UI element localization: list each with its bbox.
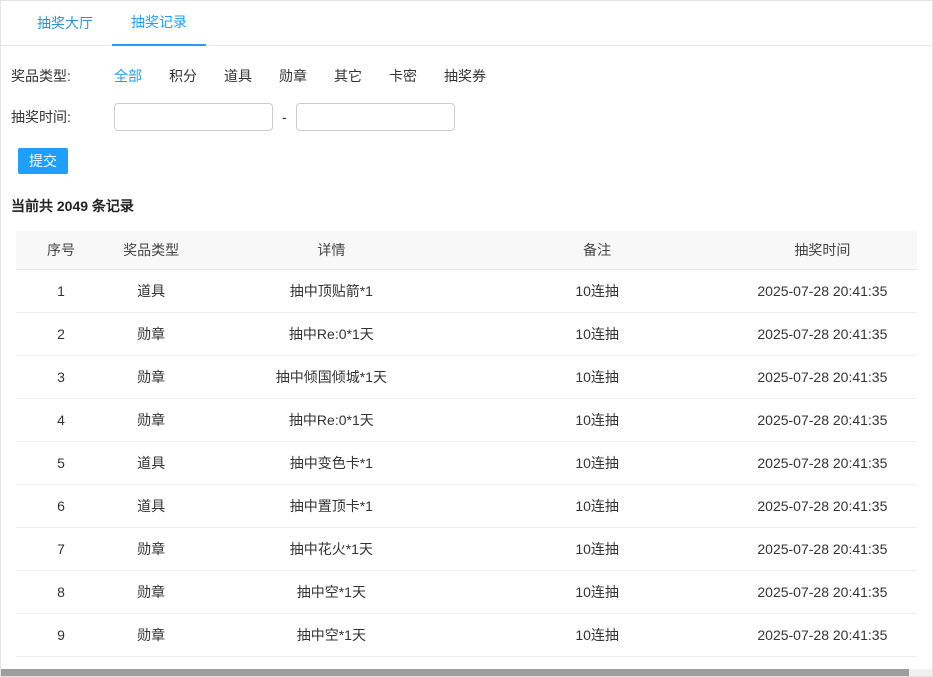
header-detail: 详情 <box>196 231 466 269</box>
table-cell: 2025-07-28 20:41:35 <box>728 269 917 312</box>
prize-type-options: 全部 积分 道具 勋章 其它 卡密 抽奖券 <box>114 66 513 86</box>
prize-type-option[interactable]: 卡密 <box>389 66 417 86</box>
table-cell: 勋章 <box>106 312 196 355</box>
table-cell: 10连抽 <box>466 441 727 484</box>
time-filter-row: 抽奖时间: - <box>11 103 922 131</box>
table-row: 1道具抽中顶贴箭*110连抽2025-07-28 20:41:35 <box>16 269 917 312</box>
prize-type-label: 奖品类型: <box>11 66 114 86</box>
table-cell: 10连抽 <box>466 527 727 570</box>
table-row: 8勋章抽中空*1天10连抽2025-07-28 20:41:35 <box>16 570 917 613</box>
table-cell: 2025-07-28 20:41:35 <box>728 398 917 441</box>
table-cell: 抽中置顶卡*1 <box>196 484 466 527</box>
table-cell: 2 <box>16 312 106 355</box>
table-cell: 7 <box>16 527 106 570</box>
table-cell: 道具 <box>106 441 196 484</box>
table-cell: 2025-07-28 20:41:35 <box>728 570 917 613</box>
table-row: 3勋章抽中倾国倾城*1天10连抽2025-07-28 20:41:35 <box>16 355 917 398</box>
table-cell: 2025-07-28 20:41:35 <box>728 441 917 484</box>
prize-type-option[interactable]: 勋章 <box>279 66 307 86</box>
table-cell: 10连抽 <box>466 355 727 398</box>
table-cell: 抽中花火*1天 <box>196 527 466 570</box>
header-time: 抽奖时间 <box>728 231 917 269</box>
table-cell: 抽中Re:0*1天 <box>196 398 466 441</box>
time-label: 抽奖时间: <box>11 107 114 127</box>
table-cell: 10连抽 <box>466 484 727 527</box>
table-row: 7勋章抽中花火*1天10连抽2025-07-28 20:41:35 <box>16 527 917 570</box>
time-range-separator: - <box>282 109 287 125</box>
records-table: 序号 奖品类型 详情 备注 抽奖时间 1道具抽中顶贴箭*110连抽2025-07… <box>16 231 917 657</box>
prize-type-option[interactable]: 其它 <box>334 66 362 86</box>
time-from-input[interactable] <box>114 103 273 131</box>
table-cell: 2025-07-28 20:41:35 <box>728 527 917 570</box>
tab-bar: 抽奖大厅 抽奖记录 <box>1 1 932 46</box>
table-cell: 10连抽 <box>466 613 727 656</box>
table-cell: 10连抽 <box>466 269 727 312</box>
tab-lottery-records[interactable]: 抽奖记录 <box>112 1 206 46</box>
prize-type-option[interactable]: 全部 <box>114 66 142 86</box>
table-cell: 8 <box>16 570 106 613</box>
table-cell: 勋章 <box>106 570 196 613</box>
table-cell: 抽中变色卡*1 <box>196 441 466 484</box>
table-cell: 抽中空*1天 <box>196 570 466 613</box>
submit-button[interactable]: 提交 <box>18 148 68 174</box>
table-row: 6道具抽中置顶卡*110连抽2025-07-28 20:41:35 <box>16 484 917 527</box>
header-note: 备注 <box>466 231 727 269</box>
table-row: 2勋章抽中Re:0*1天10连抽2025-07-28 20:41:35 <box>16 312 917 355</box>
lottery-records-page: 抽奖大厅 抽奖记录 奖品类型: 全部积分道具勋章其它卡密抽奖券 抽奖时间: - … <box>0 0 933 677</box>
table-cell: 4 <box>16 398 106 441</box>
prize-type-option[interactable]: 积分 <box>169 66 197 86</box>
table-cell: 2025-07-28 20:41:35 <box>728 355 917 398</box>
horizontal-scrollbar[interactable] <box>1 669 932 676</box>
table-cell: 道具 <box>106 269 196 312</box>
table-cell: 抽中Re:0*1天 <box>196 312 466 355</box>
table-cell: 勋章 <box>106 398 196 441</box>
table-cell: 6 <box>16 484 106 527</box>
record-count-summary: 当前共 2049 条记录 <box>1 174 932 216</box>
table-cell: 10连抽 <box>466 312 727 355</box>
table-cell: 3 <box>16 355 106 398</box>
table-cell: 2025-07-28 20:41:35 <box>728 484 917 527</box>
header-prize-type: 奖品类型 <box>106 231 196 269</box>
table-row: 9勋章抽中空*1天10连抽2025-07-28 20:41:35 <box>16 613 917 656</box>
table-cell: 勋章 <box>106 355 196 398</box>
table-cell: 5 <box>16 441 106 484</box>
table-cell: 道具 <box>106 484 196 527</box>
table-cell: 抽中空*1天 <box>196 613 466 656</box>
table-cell: 抽中倾国倾城*1天 <box>196 355 466 398</box>
prize-type-filter-row: 奖品类型: 全部 积分 道具 勋章 其它 卡密 抽奖券 <box>11 66 922 86</box>
table-cell: 勋章 <box>106 527 196 570</box>
filters-section: 奖品类型: 全部 积分 道具 勋章 其它 卡密 抽奖券 抽奖时间: - <box>1 46 932 131</box>
records-table-wrap: 序号 奖品类型 详情 备注 抽奖时间 1道具抽中顶贴箭*110连抽2025-07… <box>16 231 917 657</box>
table-cell: 勋章 <box>106 613 196 656</box>
header-index: 序号 <box>16 231 106 269</box>
table-cell: 10连抽 <box>466 570 727 613</box>
table-body: 1道具抽中顶贴箭*110连抽2025-07-28 20:41:352勋章抽中Re… <box>16 269 917 656</box>
table-cell: 1 <box>16 269 106 312</box>
horizontal-scrollbar-thumb[interactable] <box>1 669 909 676</box>
prize-type-option[interactable]: 抽奖券 <box>444 66 486 86</box>
prize-type-option[interactable]: 道具 <box>224 66 252 86</box>
time-to-input[interactable] <box>296 103 455 131</box>
table-row: 4勋章抽中Re:0*1天10连抽2025-07-28 20:41:35 <box>16 398 917 441</box>
table-header: 序号 奖品类型 详情 备注 抽奖时间 <box>16 231 917 269</box>
table-cell: 抽中顶贴箭*1 <box>196 269 466 312</box>
table-cell: 2025-07-28 20:41:35 <box>728 312 917 355</box>
table-cell: 2025-07-28 20:41:35 <box>728 613 917 656</box>
tab-lottery-hall[interactable]: 抽奖大厅 <box>18 2 112 45</box>
table-row: 5道具抽中变色卡*110连抽2025-07-28 20:41:35 <box>16 441 917 484</box>
table-cell: 10连抽 <box>466 398 727 441</box>
table-cell: 9 <box>16 613 106 656</box>
